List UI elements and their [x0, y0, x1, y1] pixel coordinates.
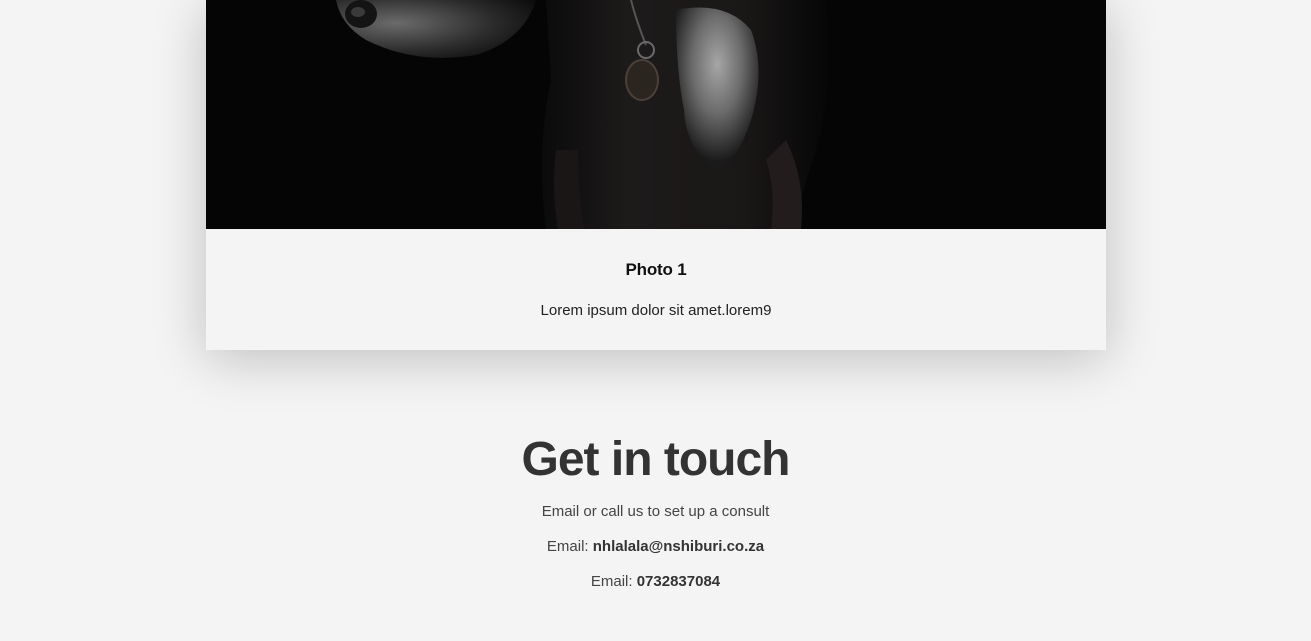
contact-heading: Get in touch — [521, 433, 791, 486]
phone-label: Email: — [590, 573, 637, 590]
contact-section: Get in touch Email or call us to set up … — [0, 430, 1311, 592]
photo-description: Lorem ipsum dolor sit amet.lorem9 — [540, 302, 772, 319]
gallery-card: Photo 1 Lorem ipsum dolor sit amet.lorem… — [206, 0, 1106, 350]
email-label: Email: — [546, 538, 593, 555]
dog-image — [206, 0, 1106, 229]
gallery-photo[interactable] — [206, 0, 1106, 229]
contact-email-line: Email: nhlalala@nshiburi.co.za — [0, 537, 1311, 557]
photo-title: Photo 1 — [625, 260, 687, 279]
contact-subtitle: Email or call us to set up a consult — [541, 503, 770, 520]
phone-link[interactable]: 0732837084 — [637, 573, 720, 590]
page: Photo 1 Lorem ipsum dolor sit amet.lorem… — [0, 0, 1311, 641]
contact-phone-line: Email: 0732837084 — [0, 572, 1311, 592]
email-link[interactable]: nhlalala@nshiburi.co.za — [593, 538, 764, 555]
